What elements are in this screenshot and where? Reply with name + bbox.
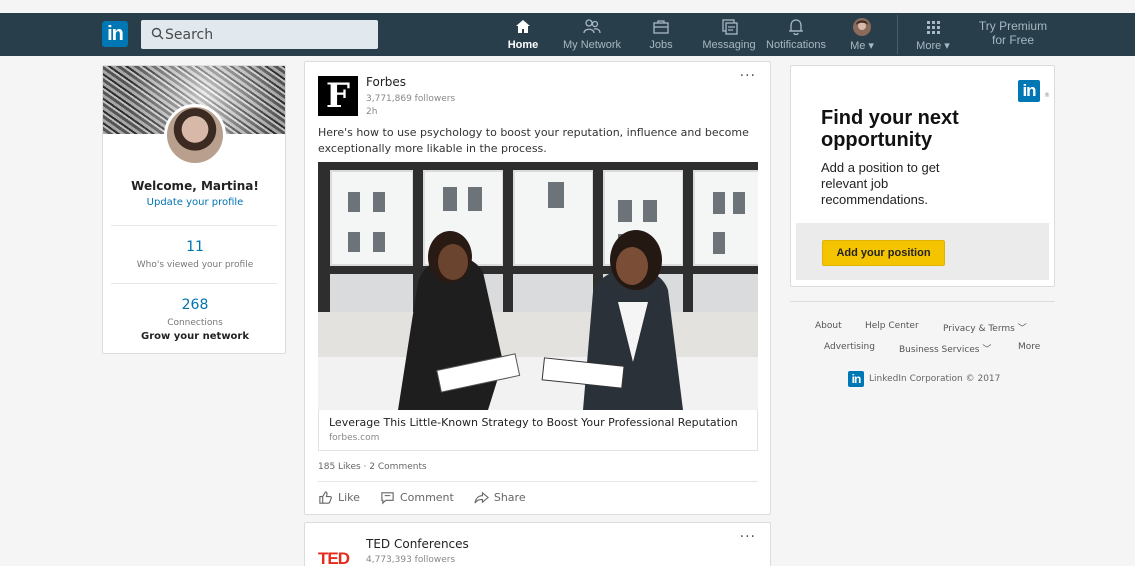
profile-avatar[interactable] [164, 104, 226, 166]
footer-link-more[interactable]: More [1018, 342, 1040, 352]
grid-icon [927, 21, 940, 34]
messaging-icon [722, 19, 738, 35]
job-ad-card: in ® Find your next opportunity Add a po… [790, 65, 1055, 287]
footer-link-business-services[interactable]: Business Services ﹀ [899, 342, 991, 355]
likes-count[interactable]: 185 Likes [318, 462, 361, 472]
nav-me[interactable]: Me ▾ [846, 17, 878, 55]
share-button[interactable]: Share [474, 490, 526, 505]
search-box[interactable] [141, 20, 378, 49]
nav-more[interactable]: More ▾ [914, 17, 952, 55]
ted-logo[interactable]: TED [318, 549, 350, 566]
connections-label[interactable]: Connections [103, 318, 285, 328]
linkedin-ad-logo: in [1018, 80, 1040, 102]
nav-my-network-label: My Network [562, 39, 622, 51]
linkedin-logo[interactable]: in [102, 21, 128, 47]
post-author-followers: 4,773,393 followers [366, 555, 456, 565]
footer-link-privacy-terms[interactable]: Privacy & Terms ﹀ [943, 321, 1027, 334]
nav-more-label: More ▾ [916, 40, 950, 52]
profile-views-count[interactable]: 11 [103, 239, 285, 255]
post-timestamp: 2h [366, 107, 378, 117]
nav-jobs[interactable]: Jobs [645, 17, 677, 55]
premium-line1: Try Premium [978, 19, 1048, 33]
registered-mark: ® [1044, 92, 1050, 99]
search-icon [151, 27, 164, 40]
nav-jobs-label: Jobs [649, 39, 673, 51]
copyright-text: LinkedIn Corporation © 2017 [869, 374, 1001, 384]
nav-messaging-label: Messaging [702, 39, 756, 51]
nav-me-label: Me ▾ [850, 40, 874, 52]
nav-messaging[interactable]: Messaging [702, 17, 756, 55]
post-menu-button[interactable]: ··· [740, 68, 756, 84]
post-actions: Like Comment Share [318, 490, 526, 505]
footer-link-advertising[interactable]: Advertising [824, 342, 875, 352]
share-icon [474, 491, 489, 504]
profile-card: Welcome, Martina! Update your profile 11… [102, 65, 286, 354]
post-author-name[interactable]: TED Conferences [366, 537, 469, 551]
forbes-logo[interactable]: F [318, 76, 358, 116]
feed-post: F Forbes 3,771,869 followers 2h ··· Here… [304, 61, 771, 515]
home-icon [516, 20, 530, 33]
premium-line2: for Free [991, 33, 1034, 47]
ad-title: Find your next opportunity [821, 107, 959, 151]
footer-divider [790, 301, 1055, 302]
shared-link-title[interactable]: Leverage This Little-Known Strategy to B… [329, 416, 738, 429]
footer-copyright: in LinkedIn Corporation © 2017 [848, 371, 1000, 387]
connections-count[interactable]: 268 [103, 297, 285, 313]
nav-my-network[interactable]: My Network [562, 17, 622, 55]
shared-link-source: forbes.com [329, 433, 380, 443]
comments-count[interactable]: 2 Comments [369, 462, 426, 472]
post-menu-button[interactable]: ··· [740, 529, 756, 545]
post-actions-divider [318, 481, 758, 482]
comment-label: Comment [399, 491, 454, 504]
nav-home[interactable]: Home [505, 17, 541, 55]
linkedin-footer-logo: in [848, 371, 864, 387]
update-profile-link[interactable]: Update your profile [103, 197, 285, 208]
nav-home-label: Home [507, 39, 539, 51]
bell-icon [789, 19, 803, 36]
office-photo-illustration [318, 162, 758, 410]
comment-icon [381, 492, 394, 505]
thumbs-up-icon [319, 491, 332, 504]
profile-divider [111, 283, 277, 284]
ad-cta-band: Add your position [796, 223, 1049, 280]
nav-divider [897, 15, 898, 54]
count-separator: · [363, 462, 367, 472]
nav-notifications-label: Notifications [766, 39, 826, 51]
like-button[interactable]: Like [318, 490, 360, 505]
nav-notifications[interactable]: Notifications [764, 17, 828, 55]
welcome-text[interactable]: Welcome, Martina! [103, 179, 285, 193]
feed-post: TED TED Conferences 4,773,393 followers … [304, 522, 771, 566]
briefcase-icon [653, 20, 669, 34]
try-premium-link[interactable]: Try Premium for Free [970, 19, 1056, 47]
top-nav-bar: in Home My Network Jobs Messaging Notifi… [0, 13, 1135, 56]
profile-views-label[interactable]: Who's viewed your profile [103, 260, 285, 270]
post-engagement-counts: 185 Likes · 2 Comments [318, 462, 427, 472]
post-author-followers: 3,771,869 followers [366, 94, 456, 104]
footer-link-help-center[interactable]: Help Center [865, 321, 919, 331]
like-label: Like [338, 491, 360, 504]
grow-network-link[interactable]: Grow your network [103, 331, 285, 342]
post-author-name[interactable]: Forbes [366, 75, 406, 89]
profile-divider [111, 225, 277, 226]
shared-link-preview[interactable]: Leverage This Little-Known Strategy to B… [318, 409, 758, 451]
people-icon [583, 19, 601, 34]
post-text: Here's how to use psychology to boost yo… [318, 126, 749, 155]
post-image[interactable] [318, 162, 758, 410]
footer-link-about[interactable]: About [815, 321, 842, 331]
share-label: Share [493, 491, 526, 504]
search-input[interactable] [165, 20, 365, 49]
add-position-button[interactable]: Add your position [822, 240, 945, 266]
ad-description: Add a position to get relevant job recom… [821, 160, 940, 207]
comment-button[interactable]: Comment [380, 490, 454, 505]
avatar-icon [853, 18, 871, 36]
